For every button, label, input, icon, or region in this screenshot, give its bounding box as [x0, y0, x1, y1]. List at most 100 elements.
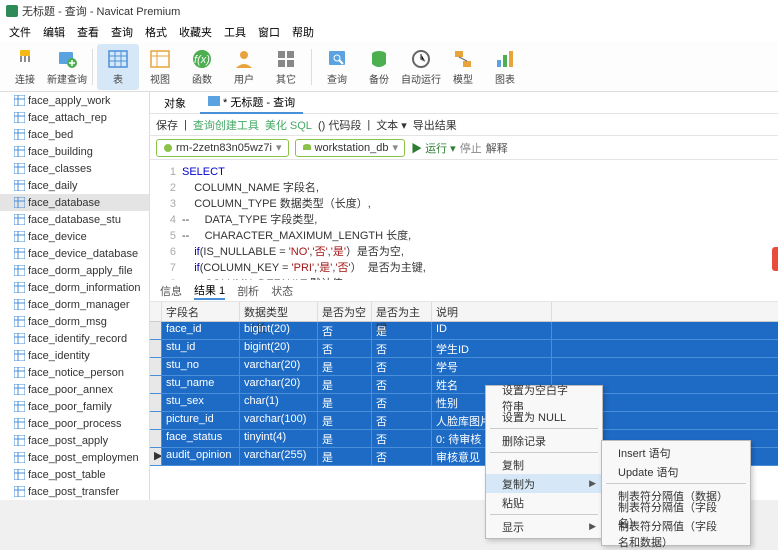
- sidebar-item[interactable]: face_dorm_msg: [0, 313, 149, 330]
- text-button[interactable]: 文本 ▾: [376, 117, 407, 133]
- menu-format[interactable]: 格式: [140, 22, 172, 42]
- sidebar-item[interactable]: face_post_table: [0, 466, 149, 483]
- save-button[interactable]: 保存: [156, 117, 178, 133]
- ctx-copy-as[interactable]: 复制为▶: [486, 474, 602, 493]
- tool-user[interactable]: 用户: [223, 44, 265, 90]
- menu-fav[interactable]: 收藏夹: [174, 22, 217, 42]
- app-icon: [6, 5, 18, 17]
- sidebar-label: face_database: [28, 197, 100, 209]
- tool-table[interactable]: 表: [97, 44, 139, 90]
- ctx-copy[interactable]: 复制: [486, 455, 602, 474]
- sidebar-item[interactable]: face_poor_family: [0, 398, 149, 415]
- menu-tools[interactable]: 工具: [219, 22, 251, 42]
- ctx-insert[interactable]: Insert 语句: [602, 443, 750, 462]
- rt-profile[interactable]: 剖析: [237, 283, 259, 299]
- sidebar-item[interactable]: face_device_database: [0, 245, 149, 262]
- sidebar-item[interactable]: face_classes: [0, 160, 149, 177]
- export-button[interactable]: 导出结果: [413, 117, 457, 133]
- run-button[interactable]: ▶ 运行 ▾: [411, 140, 456, 156]
- sidebar-label: face_post_apply: [28, 435, 108, 447]
- sidebar-item[interactable]: face_poor_annex: [0, 381, 149, 398]
- result-tabs: 信息 结果 1 剖析 状态: [150, 280, 778, 302]
- sidebar-item[interactable]: face_database_stu: [0, 211, 149, 228]
- db-selector[interactable]: workstation_db▾: [295, 139, 406, 157]
- sidebar-item[interactable]: face_device: [0, 228, 149, 245]
- sql-editor[interactable]: 1SELECT2 COLUMN_NAME 字段名,3 COLUMN_TYPE 数…: [150, 160, 778, 280]
- stop-button[interactable]: 停止: [460, 140, 482, 156]
- server-icon: [163, 143, 173, 153]
- rt-result1[interactable]: 结果 1: [194, 282, 225, 300]
- side-marker: [772, 247, 778, 271]
- table-row[interactable]: stu_novarchar(20)是否学号: [150, 358, 778, 376]
- rt-status[interactable]: 状态: [271, 283, 293, 299]
- sidebar-item[interactable]: face_identity: [0, 347, 149, 364]
- tool-function[interactable]: f(x)函数: [181, 44, 223, 90]
- menu-query[interactable]: 查询: [106, 22, 138, 42]
- db-icon: [302, 143, 312, 153]
- ctx-update[interactable]: Update 语句: [602, 462, 750, 481]
- explain-button[interactable]: 解释: [486, 140, 508, 156]
- sidebar-item[interactable]: face_bed: [0, 126, 149, 143]
- sidebar-item[interactable]: face_building: [0, 143, 149, 160]
- ctx-tsv-both[interactable]: 制表符分隔值（字段名和数据）: [602, 524, 750, 543]
- table-icon: [14, 316, 25, 327]
- server-selector[interactable]: rm-2zetn83n05wz7i▾: [156, 139, 289, 157]
- menu-edit[interactable]: 编辑: [38, 22, 70, 42]
- sidebar-item[interactable]: face_poor_process: [0, 415, 149, 432]
- tool-connect[interactable]: 连接: [4, 44, 46, 90]
- ctx-delete[interactable]: 删除记录: [486, 431, 602, 450]
- sidebar-item[interactable]: face_post_employmen: [0, 449, 149, 466]
- menu-view[interactable]: 查看: [72, 22, 104, 42]
- ctx-paste[interactable]: 粘贴: [486, 493, 602, 512]
- sidebar-item[interactable]: face_apply_work: [0, 92, 149, 109]
- separator: [490, 428, 598, 429]
- sidebar-item[interactable]: face_dorm_apply_file: [0, 262, 149, 279]
- ctx-set-null[interactable]: 设置为 NULL: [486, 407, 602, 426]
- sidebar-label: face_identity: [28, 350, 90, 362]
- table-row[interactable]: stu_sexchar(1)是否性别: [150, 394, 778, 412]
- tool-model[interactable]: 模型: [442, 44, 484, 90]
- tool-backup[interactable]: 备份: [358, 44, 400, 90]
- sidebar-item[interactable]: face_identify_record: [0, 330, 149, 347]
- snippet-button[interactable]: () 代码段: [318, 117, 361, 133]
- separator: [490, 452, 598, 453]
- sidebar-label: face_post_employmen: [28, 452, 139, 464]
- ctx-tsv-data[interactable]: 制表符分隔值（数据）: [602, 486, 750, 505]
- tool-query[interactable]: 查询: [316, 44, 358, 90]
- beautify-button[interactable]: 美化 SQL: [265, 117, 312, 133]
- tool-other[interactable]: 其它: [265, 44, 307, 90]
- sidebar-item[interactable]: face_attach_rep: [0, 109, 149, 126]
- table-row[interactable]: stu_idbigint(20)否否学生ID: [150, 340, 778, 358]
- table-row[interactable]: stu_namevarchar(20)是否姓名: [150, 376, 778, 394]
- table-icon: [14, 452, 25, 463]
- ctx-empty-string[interactable]: 设置为空白字符串: [486, 388, 602, 407]
- sidebar-item[interactable]: face_notice_person: [0, 364, 149, 381]
- table-row[interactable]: face_idbigint(20)否是ID: [150, 322, 778, 340]
- ctx-show[interactable]: 显示▶: [486, 517, 602, 536]
- sidebar-item[interactable]: face_database: [0, 194, 149, 211]
- tab-untitled-query[interactable]: * 无标题 - 查询: [200, 92, 303, 114]
- separator: [490, 514, 598, 515]
- sidebar-label: face_post_transfer: [28, 486, 119, 498]
- menu-window[interactable]: 窗口: [253, 22, 285, 42]
- query-builder-button[interactable]: 查询创建工具: [193, 117, 259, 133]
- rt-info[interactable]: 信息: [160, 283, 182, 299]
- table-row[interactable]: picture_idvarchar(100)是否人脸库图片ID: [150, 412, 778, 430]
- table-icon: [14, 418, 25, 429]
- sidebar-item[interactable]: face_post_apply: [0, 432, 149, 449]
- sidebar-item[interactable]: face_daily: [0, 177, 149, 194]
- sidebar-label: face_classes: [28, 163, 92, 175]
- sidebar-label: face_database_stu: [28, 214, 121, 226]
- sidebar-item[interactable]: face_dorm_information: [0, 279, 149, 296]
- tool-new-query[interactable]: 新建查询: [46, 44, 88, 90]
- table-icon: [14, 180, 25, 191]
- tab-objects[interactable]: 对象: [156, 93, 194, 113]
- tool-chart[interactable]: 图表: [484, 44, 526, 90]
- sidebar-item[interactable]: face_post_transfer: [0, 483, 149, 500]
- sidebar-item[interactable]: face_dorm_manager: [0, 296, 149, 313]
- ctx-tsv-head[interactable]: 制表符分隔值（字段名）: [602, 505, 750, 524]
- tool-auto[interactable]: 自动运行: [400, 44, 442, 90]
- menu-file[interactable]: 文件: [4, 22, 36, 42]
- menu-help[interactable]: 帮助: [287, 22, 319, 42]
- tool-view[interactable]: 视图: [139, 44, 181, 90]
